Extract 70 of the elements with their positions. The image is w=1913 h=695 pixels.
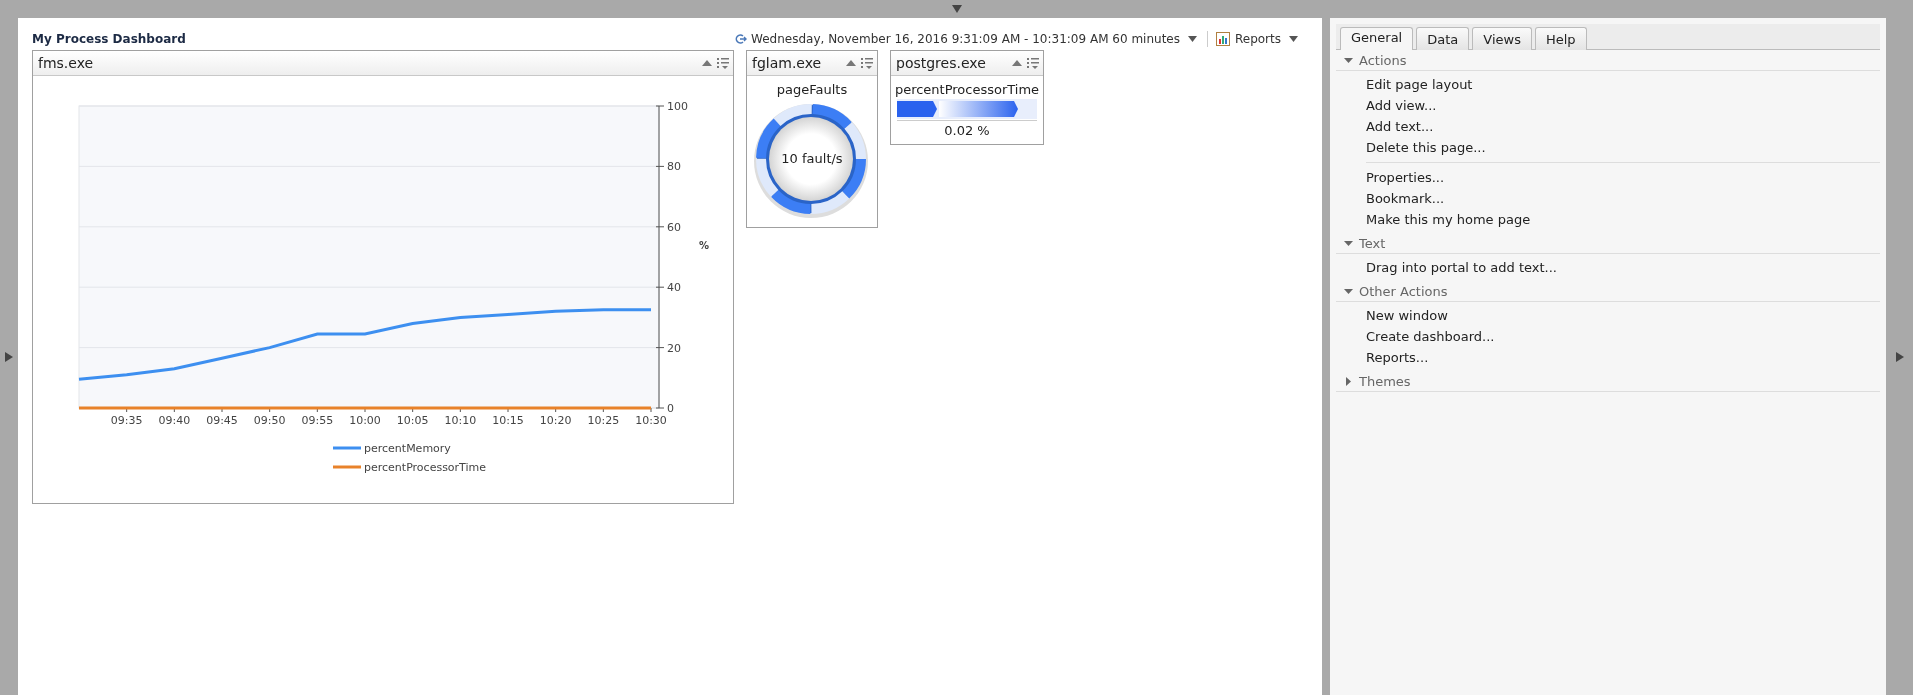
metric-name: pageFaults — [775, 81, 849, 97]
y-axis-label: % — [699, 240, 710, 251]
view-title: fms.exe — [38, 55, 95, 71]
action-link[interactable]: Add view... — [1366, 95, 1437, 116]
bar-reading: 0.02 % — [943, 122, 991, 140]
x-tick-label: 09:50 — [253, 414, 286, 427]
action-link[interactable]: Properties... — [1366, 167, 1445, 188]
x-tick-label: 10:10 — [444, 414, 477, 427]
view-title: fglam.exe — [752, 55, 823, 71]
x-tick-label: 09:55 — [301, 414, 334, 427]
action-link[interactable]: Add text... — [1366, 116, 1434, 137]
section-header[interactable]: Actions — [1336, 50, 1880, 71]
y-tick-label: 40 — [667, 281, 681, 295]
expanded-arrow-icon[interactable] — [1344, 287, 1353, 296]
dropdown-caret-icon[interactable] — [1289, 36, 1298, 42]
legend-label: percentMemory — [364, 442, 451, 455]
legend-swatch — [333, 446, 361, 450]
collapse-top-icon[interactable] — [951, 4, 962, 14]
section-title: Actions — [1359, 53, 1407, 68]
section-title: Other Actions — [1359, 284, 1448, 299]
menu-icon[interactable] — [1027, 57, 1039, 69]
action-link[interactable]: Make this my home page — [1366, 209, 1531, 230]
dashboard-title: My Process Dashboard — [32, 32, 186, 46]
menu-icon[interactable] — [717, 57, 729, 69]
x-tick-label: 10:05 — [396, 414, 429, 427]
y-tick-label: 60 — [667, 220, 681, 234]
dropdown-caret-icon[interactable] — [1187, 36, 1197, 42]
panel-tab[interactable]: Data — [1416, 27, 1470, 50]
reports-icon — [1215, 32, 1230, 46]
expanded-arrow-icon[interactable] — [1344, 239, 1353, 248]
legend-swatch — [333, 465, 361, 469]
x-tick-label: 09:40 — [158, 414, 191, 427]
menu-icon[interactable] — [861, 57, 873, 69]
section-header[interactable]: Text — [1336, 233, 1880, 254]
action-link[interactable]: Drag into portal to add text... — [1366, 257, 1557, 278]
action-link[interactable]: Edit page layout — [1366, 74, 1473, 95]
panel-tab[interactable]: Views — [1472, 27, 1532, 50]
x-tick-label: 10:30 — [635, 414, 667, 427]
action-link[interactable]: Create dashboard... — [1366, 326, 1495, 347]
gauge-reading: 10 fault/s — [780, 151, 844, 166]
section-header[interactable]: Themes — [1336, 371, 1880, 392]
action-link[interactable]: Reports... — [1366, 347, 1429, 368]
legend-label: percentProcessorTime — [364, 461, 487, 474]
action-link[interactable]: New window — [1366, 305, 1448, 326]
section-title: Text — [1359, 236, 1386, 251]
x-tick-label: 10:00 — [349, 414, 381, 427]
expanded-arrow-icon[interactable] — [1344, 56, 1353, 65]
section-header[interactable]: Other Actions — [1336, 281, 1880, 302]
expand-right-icon[interactable] — [1894, 351, 1905, 362]
collapsed-arrow-icon[interactable] — [1344, 377, 1353, 386]
y-tick-label: 100 — [667, 100, 688, 113]
panel-tab[interactable]: General — [1340, 27, 1414, 50]
y-tick-label: 0 — [667, 402, 674, 415]
expand-left-icon[interactable] — [4, 351, 14, 362]
action-link[interactable]: Bookmark... — [1366, 188, 1445, 209]
x-tick-label: 10:15 — [492, 414, 524, 427]
reports-button[interactable]: Reports — [1215, 32, 1281, 46]
panel-tab[interactable]: Help — [1534, 27, 1587, 50]
view-title: postgres.exe — [896, 55, 987, 71]
x-tick-label: 10:25 — [587, 414, 620, 427]
time-range-icon — [735, 33, 748, 45]
x-tick-label: 09:45 — [206, 414, 238, 427]
action-link[interactable]: Delete this page... — [1366, 137, 1486, 158]
section-title: Themes — [1359, 374, 1411, 389]
time-range[interactable]: Wednesday, November 16, 2016 9:31:09 AM - 10:31:09 AM 60 minutes — [751, 32, 1180, 46]
y-tick-label: 80 — [667, 160, 681, 174]
y-tick-label: 20 — [667, 341, 681, 355]
x-tick-label: 10:20 — [539, 414, 572, 427]
x-tick-label: 09:35 — [110, 414, 143, 427]
metric-name: percentProcessorTime — [893, 81, 1041, 97]
